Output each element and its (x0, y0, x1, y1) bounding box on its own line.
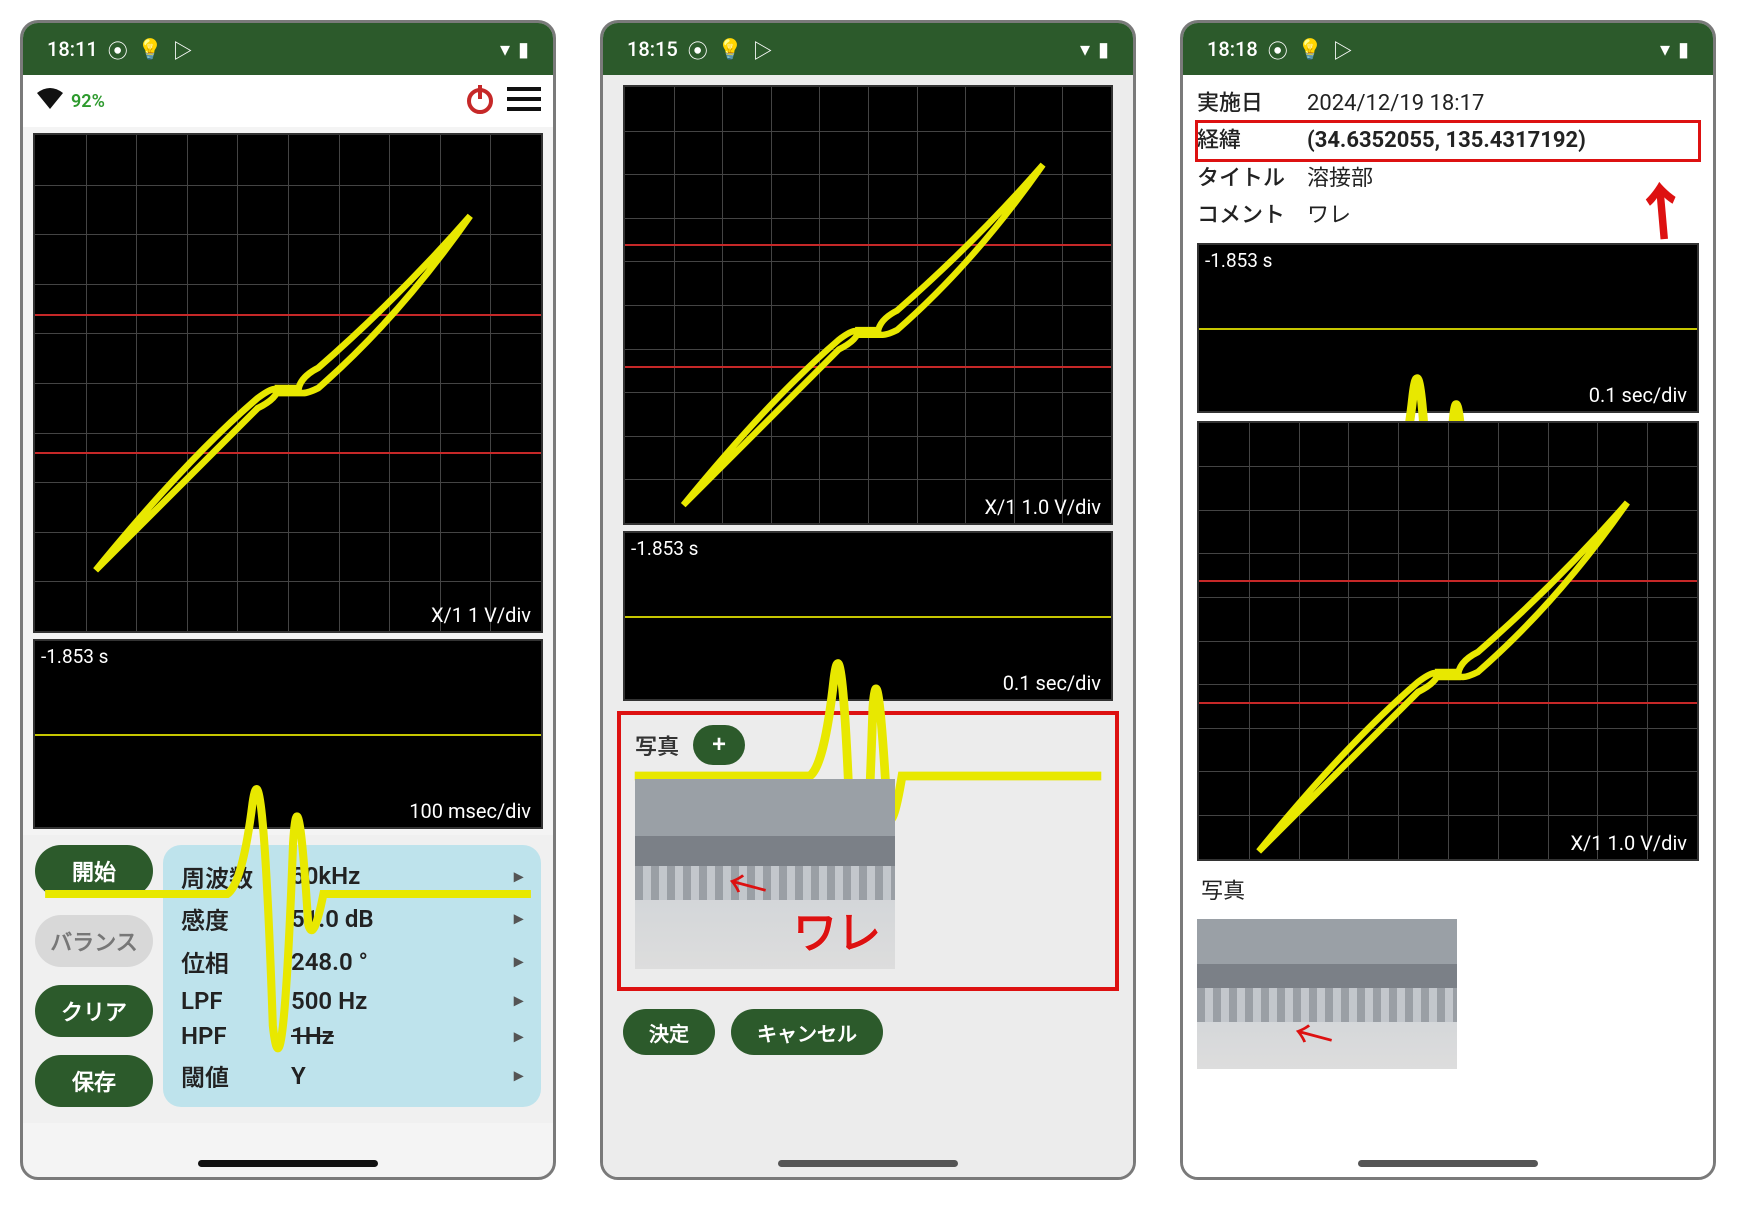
timeseries-chart[interactable]: -1.853 s 0.1 sec/div (1197, 243, 1699, 413)
xy-chart-label: X/1 1.0 V/div (1570, 831, 1687, 855)
photo-thumbnail[interactable]: ↖ (1197, 919, 1457, 1069)
play-icon: ▷ (753, 35, 773, 64)
nav-pill[interactable] (198, 1160, 378, 1167)
bulb-icon: 💡 (718, 37, 743, 61)
status-bar: 18:18 ⦿ 💡 ▷ ▾ ▮ (1183, 23, 1713, 75)
battery-icon: ▮ (1098, 37, 1109, 61)
meta-comment: コメント ワレ (1197, 197, 1699, 234)
wifi-icon: ▾ (500, 37, 510, 61)
bulb-icon: 💡 (1298, 37, 1323, 61)
status-app-icon: ⦿ (108, 35, 128, 64)
nav-pill[interactable] (1358, 1160, 1538, 1167)
status-time: 18:15 (627, 37, 678, 61)
wifi-icon: ▾ (1080, 37, 1090, 61)
status-bar: 18:11 ⦿ 💡 ▷ ▾ ▮ (23, 23, 553, 75)
timeseries-chart[interactable]: -1.853 s 0.1 sec/div (623, 531, 1113, 701)
phone-panel-3: 18:18 ⦿ 💡 ▷ ▾ ▮ 実施日 2024/12/19 18:17 経緯 … (1180, 20, 1716, 1180)
annotation-arrow-icon: ↖ (715, 849, 779, 919)
play-icon: ▷ (173, 35, 193, 64)
metadata-table: 実施日 2024/12/19 18:17 経緯 (34.6352055, 135… (1197, 85, 1699, 235)
play-icon: ▷ (1333, 35, 1353, 64)
phone-panel-2: 18:15 ⦿ 💡 ▷ ▾ ▮ X/1 1.0 V/div (600, 20, 1136, 1180)
meta-coordinates: 経緯 (34.6352055, 135.4317192) (1197, 122, 1699, 159)
phone-panel-1: 18:11 ⦿ 💡 ▷ ▾ ▮ 92% /*grid drawn (20, 20, 556, 1180)
xy-chart[interactable]: X/1 1.0 V/div (623, 85, 1113, 525)
status-bar: 18:15 ⦿ 💡 ▷ ▾ ▮ (603, 23, 1133, 75)
xy-trace (35, 135, 541, 641)
meta-title: タイトル 溶接部 (1197, 160, 1699, 197)
wifi-strength-icon (35, 85, 65, 118)
xy-chart[interactable]: /*grid drawn below via repeated divs*/ X… (33, 133, 543, 633)
bulb-icon: 💡 (138, 37, 163, 61)
ts-scale-label: 0.1 sec/div (1003, 671, 1101, 695)
meta-date: 実施日 2024/12/19 18:17 (1197, 85, 1699, 122)
wifi-icon: ▾ (1660, 37, 1670, 61)
battery-level: 92% (71, 91, 105, 112)
battery-icon: ▮ (1678, 37, 1689, 61)
photo-annotation-text: ワレ (793, 897, 881, 961)
status-time: 18:18 (1207, 37, 1258, 61)
ts-trace (35, 641, 541, 1147)
ts-scale-label: 0.1 sec/div (1589, 383, 1687, 407)
app-toolbar: 92% (23, 75, 553, 127)
xy-chart-label: X/1 1 V/div (431, 603, 531, 627)
ts-scale-label: 100 msec/div (409, 799, 531, 823)
power-icon[interactable] (463, 82, 497, 120)
photo-thumbnail[interactable]: ↖ ワレ (635, 779, 895, 969)
timeseries-chart[interactable]: -1.853 s 100 msec/div (33, 639, 543, 829)
menu-icon[interactable] (507, 85, 541, 117)
status-app-icon: ⦿ (688, 35, 708, 64)
xy-chart[interactable]: X/1 1.0 V/div (1197, 421, 1699, 861)
xy-chart-label: X/1 1.0 V/div (984, 495, 1101, 519)
battery-icon: ▮ (518, 37, 529, 61)
status-time: 18:11 (47, 37, 98, 61)
nav-pill[interactable] (778, 1160, 958, 1167)
status-app-icon: ⦿ (1268, 35, 1288, 64)
